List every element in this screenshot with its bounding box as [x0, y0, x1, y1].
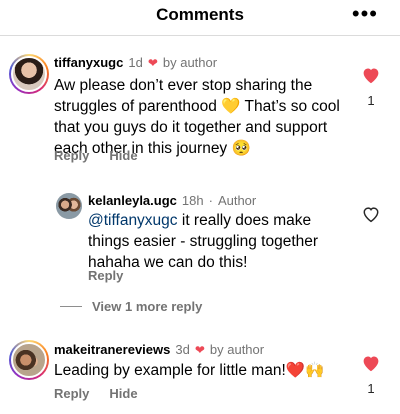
reply-text: @tiffanyxugc it really does make things …: [88, 210, 343, 273]
avatar[interactable]: [9, 54, 49, 94]
comment-time: 1d: [128, 55, 143, 70]
comment-actions: Reply Hide: [54, 386, 138, 401]
hide-button[interactable]: Hide: [109, 148, 137, 163]
comment-actions: Reply Hide: [54, 148, 138, 163]
reply-button[interactable]: Reply: [54, 386, 89, 401]
hide-button[interactable]: Hide: [109, 386, 137, 401]
comment-text: Aw please don’t ever stop sharing the st…: [54, 77, 340, 157]
comment-time: 3d: [175, 342, 190, 357]
heart-filled-icon[interactable]: [361, 66, 381, 84]
author-tag: by author: [209, 342, 265, 357]
comment-username[interactable]: tiffanyxugc: [54, 55, 123, 70]
like-control: 1: [360, 66, 382, 108]
reply-button[interactable]: Reply: [54, 148, 89, 163]
comments-header: Comments •••: [0, 0, 400, 36]
view-more-label: View 1 more reply: [92, 299, 203, 314]
mention-link[interactable]: @tiffanyxugc: [88, 212, 178, 229]
page-title: Comments: [156, 5, 244, 24]
author-heart-icon: ❤: [194, 342, 205, 357]
like-control: [360, 205, 382, 228]
avatar[interactable]: [56, 193, 82, 219]
avatar[interactable]: [9, 340, 49, 380]
author-tag: Author: [217, 193, 257, 208]
like-count: 1: [367, 381, 375, 396]
author-tag: by author: [162, 55, 218, 70]
reply-button[interactable]: Reply: [88, 268, 123, 283]
reply-time: 18h: [181, 193, 204, 208]
divider-line: [60, 306, 82, 307]
reply-actions: Reply: [88, 268, 123, 283]
heart-filled-icon[interactable]: [361, 354, 381, 372]
view-more-replies[interactable]: View 1 more reply: [60, 299, 202, 314]
like-control: 1: [360, 354, 382, 396]
heart-outline-icon[interactable]: [361, 205, 381, 223]
comment-text: Leading by example for little man!❤️🙌: [54, 362, 325, 379]
comment-meta: makeitranereviews 3d ❤ by author: [54, 342, 264, 357]
more-options-icon[interactable]: •••: [352, 0, 378, 28]
reply-meta: kelanleyla.ugc 18h · Author: [88, 193, 257, 208]
comment-username[interactable]: makeitranereviews: [54, 342, 170, 357]
author-heart-icon: ❤: [147, 55, 158, 70]
comment-meta: tiffanyxugc 1d ❤ by author: [54, 55, 217, 70]
reply-username[interactable]: kelanleyla.ugc: [88, 193, 177, 208]
like-count: 1: [367, 93, 375, 108]
